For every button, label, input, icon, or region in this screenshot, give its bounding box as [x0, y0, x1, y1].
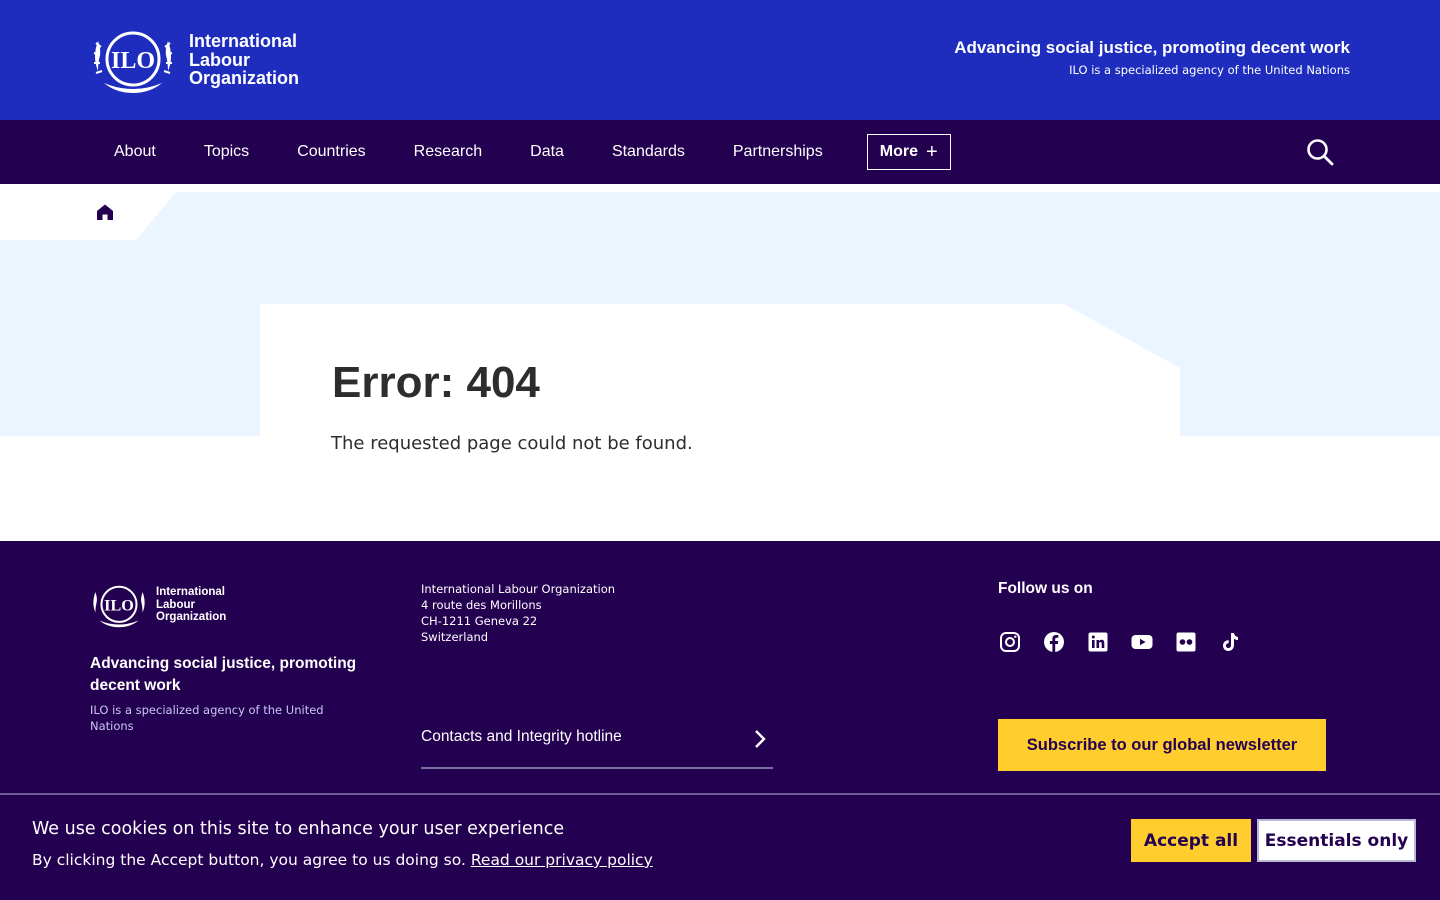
- site-header: ILO International Labour Organization Ad…: [0, 0, 1440, 120]
- more-label: More: [879, 143, 918, 160]
- footer-tagline: Advancing social justice, promoting dece…: [90, 655, 357, 694]
- follow-label: Follow us on: [998, 580, 1093, 597]
- search-icon[interactable]: [1306, 138, 1334, 166]
- ilo-logo[interactable]: ILO International Labour Organization: [90, 23, 299, 97]
- svg-text:ILO: ILO: [111, 48, 155, 74]
- header-tagline: Advancing social justice, promoting dece…: [954, 38, 1350, 77]
- more-button[interactable]: More +: [866, 134, 951, 170]
- social-links: [998, 630, 1262, 654]
- logo-line: Organization: [189, 68, 300, 89]
- ilo-emblem-icon: ILO: [93, 31, 173, 93]
- home-icon[interactable]: [96, 203, 114, 221]
- error-card: [260, 304, 1180, 541]
- instagram-icon[interactable]: [998, 630, 1022, 654]
- address-line: Switzerland: [421, 630, 489, 644]
- svg-text:ILO: ILO: [104, 597, 134, 614]
- tiktok-icon[interactable]: [1218, 630, 1242, 654]
- main-nav: About Topics Countries Research Data Sta…: [0, 120, 1440, 184]
- nav-item-data[interactable]: Data: [506, 120, 588, 184]
- logo-wordmark: International Labour Organization: [189, 32, 299, 88]
- page-title: Error: 404: [332, 358, 540, 407]
- nav-item-about[interactable]: About: [90, 120, 180, 184]
- nav-items: About Topics Countries Research Data Sta…: [90, 120, 951, 184]
- logo-line: International: [189, 31, 298, 52]
- linkedin-icon[interactable]: [1086, 630, 1110, 654]
- cookie-text: By clicking the Accept button, you agree…: [32, 851, 653, 869]
- privacy-policy-link[interactable]: Read our privacy policy: [471, 851, 653, 869]
- accept-all-button[interactable]: Accept all: [1131, 819, 1251, 862]
- essentials-only-button[interactable]: Essentials only: [1257, 819, 1416, 862]
- address-line: CH-1211 Geneva 22: [421, 614, 538, 628]
- logo-line: Labour: [156, 598, 195, 611]
- contacts-link[interactable]: Contacts and Integrity hotline: [421, 716, 773, 769]
- contacts-label: Contacts and Integrity hotline: [421, 728, 622, 745]
- youtube-icon[interactable]: [1130, 630, 1154, 654]
- nav-item-partnerships[interactable]: Partnerships: [709, 120, 847, 184]
- plus-icon: +: [925, 141, 938, 163]
- logo-line: Organization: [156, 611, 227, 624]
- nav-item-standards[interactable]: Standards: [588, 120, 709, 184]
- nav-item-countries[interactable]: Countries: [273, 120, 389, 184]
- cookie-text-body: By clicking the Accept button, you agree…: [32, 851, 466, 869]
- logo-line: Labour: [189, 49, 250, 70]
- ilo-emblem-icon: ILO: [93, 585, 145, 628]
- breadcrumb: [0, 192, 176, 240]
- flickr-icon[interactable]: [1174, 630, 1198, 654]
- tagline-sub: ILO is a specialized agency of the Unite…: [1069, 63, 1350, 77]
- facebook-icon[interactable]: [1042, 630, 1066, 654]
- chevron-right-icon: [755, 730, 766, 748]
- error-message: The requested page could not be found.: [331, 433, 693, 454]
- footer-logo-wordmark: International Labour Organization: [156, 586, 226, 624]
- footer-address: International Labour Organization 4 rout…: [421, 581, 615, 645]
- cookie-title: We use cookies on this site to enhance y…: [32, 819, 565, 839]
- footer-subtagline: ILO is a specialized agency of the Unite…: [90, 703, 324, 733]
- nav-item-topics[interactable]: Topics: [180, 120, 273, 184]
- footer-logo[interactable]: ILO International Labour Organization: [90, 580, 226, 630]
- newsletter-button[interactable]: Subscribe to our global newsletter: [998, 719, 1326, 771]
- tagline-main: Advancing social justice, promoting dece…: [954, 38, 1350, 57]
- logo-line: International: [156, 586, 226, 599]
- address-line: International Labour Organization: [421, 582, 616, 596]
- address-line: 4 route des Morillons: [421, 598, 542, 612]
- nav-item-research[interactable]: Research: [390, 120, 506, 184]
